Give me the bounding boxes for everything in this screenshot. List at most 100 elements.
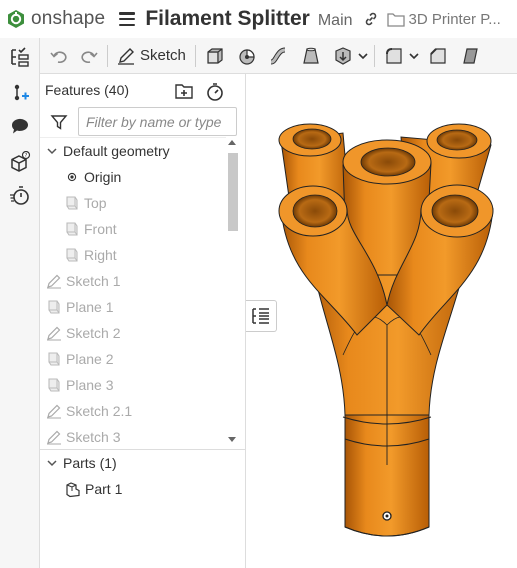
link-icon[interactable] xyxy=(363,11,379,27)
sketch-pencil-icon xyxy=(118,47,134,65)
chevron-down-icon xyxy=(409,52,419,59)
filament-splitter-model[interactable] xyxy=(247,75,517,568)
redo-icon xyxy=(81,50,98,63)
features-count: Features (40) xyxy=(45,82,130,98)
feature-item[interactable]: Right xyxy=(40,242,230,268)
undo-icon xyxy=(50,50,67,63)
comment-icon[interactable] xyxy=(9,116,31,138)
feature-item-label: Plane 2 xyxy=(66,351,114,367)
thicken-button[interactable] xyxy=(327,42,355,70)
plane-icon xyxy=(46,299,62,315)
thicken-dropdown[interactable] xyxy=(355,42,371,70)
feature-item[interactable]: Origin xyxy=(40,164,230,190)
plane-icon xyxy=(46,377,62,393)
logo-text: onshape xyxy=(31,8,106,29)
fillet-dropdown[interactable] xyxy=(406,42,422,70)
toolbar-separator xyxy=(194,44,196,67)
origin-icon xyxy=(64,169,80,185)
part-item[interactable]: Part 1 xyxy=(40,476,230,502)
scroll-down-arrow[interactable] xyxy=(228,437,236,442)
feature-toolbar: Sketch xyxy=(40,38,517,74)
sketch-icon xyxy=(46,273,62,289)
top-bar: onshape Filament Splitter Main 3D Printe… xyxy=(0,0,517,38)
revolve-button[interactable] xyxy=(231,42,263,70)
folder-path[interactable]: 3D Printer P... xyxy=(409,11,501,28)
sketch-label: Sketch xyxy=(140,47,186,64)
mate-connector-icon[interactable] xyxy=(9,82,31,104)
thicken-icon xyxy=(335,46,351,65)
feature-list-panel: Features (40) Default geometry Origin Top… xyxy=(40,74,246,568)
toolbar-separator xyxy=(373,44,375,67)
feature-item[interactable]: Front xyxy=(40,216,230,242)
feature-item[interactable]: Plane 2 xyxy=(40,346,230,372)
graphics-viewport[interactable] xyxy=(247,75,517,568)
feature-item[interactable]: Sketch 2 xyxy=(40,320,230,346)
chevron-down-icon xyxy=(358,52,368,59)
branch-name[interactable]: Main xyxy=(318,12,353,30)
revolve-icon xyxy=(239,48,255,65)
draft-button[interactable] xyxy=(454,42,486,70)
folder-icon[interactable] xyxy=(386,12,405,27)
feature-item[interactable]: Sketch 3 xyxy=(40,424,230,447)
fillet-icon xyxy=(385,47,402,64)
sketch-icon xyxy=(46,429,62,445)
feature-item[interactable]: Plane 3 xyxy=(40,372,230,398)
feature-list-scrollbar[interactable] xyxy=(226,137,239,447)
draft-icon xyxy=(463,47,478,64)
part-studio-help-icon[interactable]: ? xyxy=(9,151,31,173)
toolbar-separator xyxy=(107,44,108,67)
feature-item[interactable]: Sketch 2.1 xyxy=(40,398,230,424)
list-icon xyxy=(252,308,269,324)
loft-icon xyxy=(303,47,319,64)
feature-item-label: Plane 3 xyxy=(66,377,114,393)
sweep-button[interactable] xyxy=(263,42,295,70)
feature-item-label: Origin xyxy=(84,169,122,185)
fillet-button[interactable] xyxy=(378,42,406,70)
feature-item-label: Top xyxy=(84,195,107,211)
feature-list-flyout-button[interactable] xyxy=(246,300,277,332)
extrude-icon xyxy=(207,47,223,64)
left-rail: ? xyxy=(0,38,40,568)
onshape-logo[interactable]: onshape xyxy=(6,8,105,30)
feature-item[interactable]: Plane 1 xyxy=(40,294,230,320)
feature-item[interactable]: Sketch 1 xyxy=(40,268,230,294)
feature-item-label: Sketch 1 xyxy=(66,273,121,289)
svg-text:?: ? xyxy=(25,153,28,159)
feature-item-label: Sketch 3 xyxy=(66,429,121,445)
redo-button[interactable] xyxy=(74,42,104,70)
scroll-up-arrow[interactable] xyxy=(228,140,236,145)
extrude-button[interactable] xyxy=(199,42,231,70)
undo-button[interactable] xyxy=(44,42,74,70)
document-title[interactable]: Filament Splitter xyxy=(145,7,310,31)
filter-icon[interactable] xyxy=(50,113,68,131)
parts-label: Parts (1) xyxy=(63,455,117,471)
scroll-thumb[interactable] xyxy=(228,153,238,231)
history-timer-icon[interactable] xyxy=(9,184,31,206)
menu-icon[interactable] xyxy=(119,12,136,26)
onshape-logo-icon xyxy=(8,10,24,28)
filter-input[interactable] xyxy=(78,107,237,136)
default-geometry-group[interactable]: Default geometry xyxy=(40,138,230,164)
chevron-down-icon[interactable] xyxy=(46,457,58,469)
chamfer-icon xyxy=(430,47,446,64)
feature-item-label: Sketch 2 xyxy=(66,325,121,341)
chamfer-button[interactable] xyxy=(422,42,454,70)
feature-item-label: Sketch 2.1 xyxy=(66,403,133,419)
sketch-icon xyxy=(46,325,62,341)
rollback-timer-icon[interactable] xyxy=(205,82,225,102)
default-geometry-label: Default geometry xyxy=(63,143,170,159)
plane-icon xyxy=(64,221,80,237)
part-icon xyxy=(66,481,80,497)
plane-icon xyxy=(64,195,80,211)
add-folder-icon[interactable] xyxy=(174,81,194,101)
plane-icon xyxy=(64,247,80,263)
feature-item-label: Plane 1 xyxy=(66,299,114,315)
feature-item[interactable]: Top xyxy=(40,190,230,216)
sketch-button[interactable]: Sketch xyxy=(111,42,192,70)
chevron-down-icon[interactable] xyxy=(46,145,58,157)
loft-button[interactable] xyxy=(295,42,327,70)
parts-group[interactable]: Parts (1) xyxy=(40,450,230,476)
sketch-icon xyxy=(46,403,62,419)
feature-tree: Default geometry Origin Top Front Right Sket… xyxy=(40,137,239,447)
feature-list-icon[interactable] xyxy=(9,46,31,68)
